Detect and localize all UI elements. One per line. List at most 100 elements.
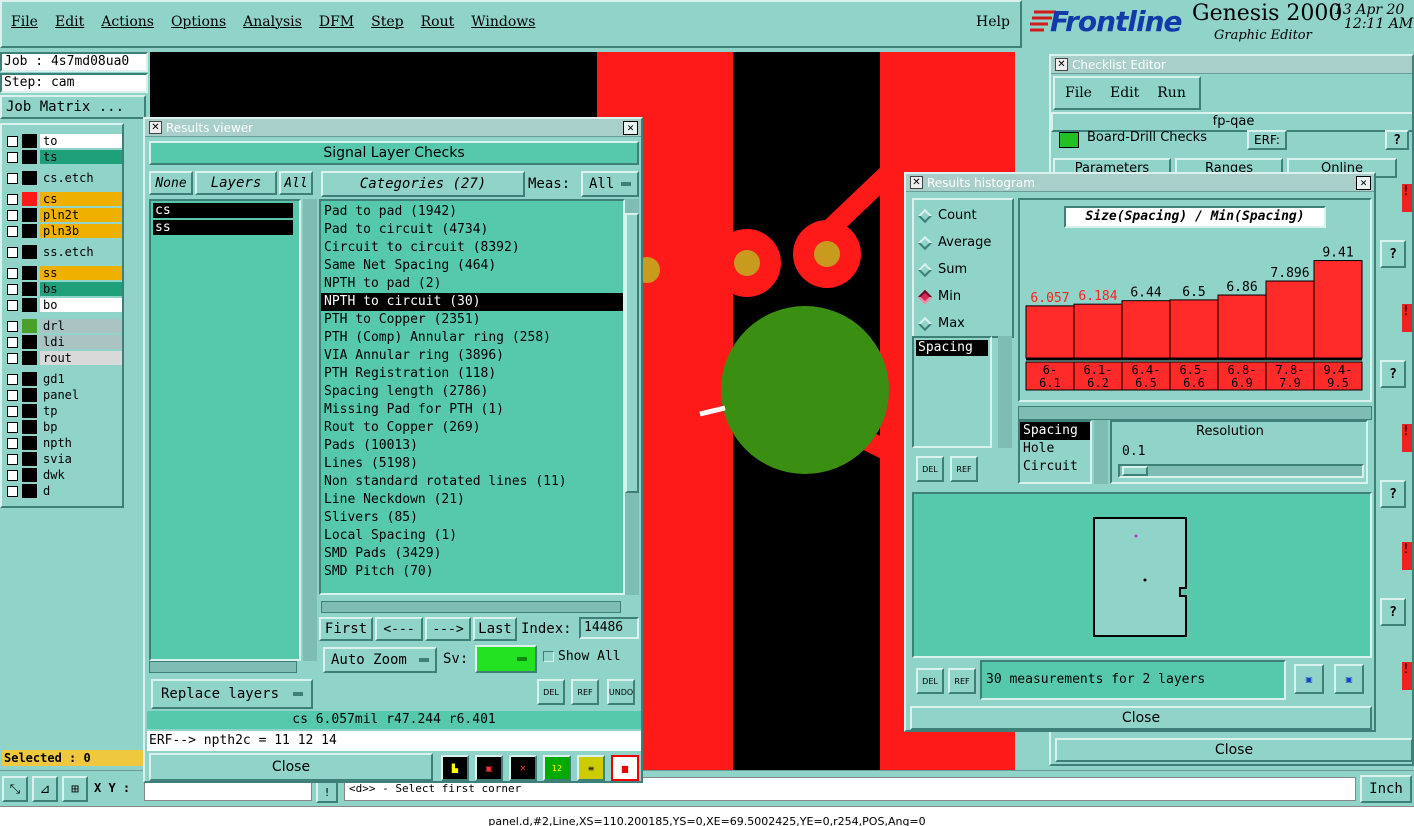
index-input[interactable]: 14486	[579, 617, 639, 639]
sv-color-dropdown[interactable]	[475, 645, 537, 673]
help-question-icon[interactable]: ?	[1380, 240, 1406, 268]
ref-button[interactable]: REF	[948, 668, 976, 694]
zoom-tool-icon[interactable]: ⤡	[2, 776, 28, 802]
job-matrix-button[interactable]: Job Matrix ...	[0, 95, 146, 119]
layers-button[interactable]: Layers	[195, 171, 277, 195]
histogram-bar[interactable]	[1073, 303, 1123, 359]
layer-color-swatch[interactable]	[22, 224, 37, 238]
mode-radio-count[interactable]: Count	[914, 202, 1012, 229]
next-button[interactable]: --->	[425, 617, 471, 641]
list-item[interactable]: cs	[153, 203, 293, 218]
menu-file[interactable]: File	[11, 14, 38, 30]
layer-checkbox[interactable]	[7, 283, 18, 295]
layer-color-swatch[interactable]	[22, 134, 37, 148]
menu-actions[interactable]: Actions	[101, 14, 154, 30]
category-item[interactable]: SMD Pads (3429)	[321, 545, 623, 563]
measure-tool-icon[interactable]: ⊿	[32, 776, 58, 802]
layer-checkbox[interactable]	[7, 405, 18, 417]
histogram-bar[interactable]	[1313, 260, 1363, 359]
replace-layers-dropdown[interactable]: Replace layers	[151, 679, 313, 709]
prev-button[interactable]: <---	[375, 617, 423, 641]
category-item[interactable]: NPTH to pad (2)	[321, 275, 623, 293]
checklist-menu-file[interactable]: File	[1065, 85, 1092, 101]
category-item[interactable]: PTH (Comp) Annular ring (258)	[321, 329, 623, 347]
close-icon[interactable]: ✕	[1356, 176, 1371, 190]
layer-checkbox[interactable]	[7, 421, 18, 433]
del-button[interactable]: DEL	[537, 679, 565, 705]
category-item[interactable]: Pads (10013)	[321, 437, 623, 455]
resolution-slider[interactable]	[1118, 464, 1364, 478]
window-menu-icon[interactable]: ✕	[910, 176, 923, 189]
categories-button[interactable]: Categories (27)	[321, 171, 525, 197]
layer-row-tp[interactable]: tp	[5, 403, 122, 419]
layer-row-dwk[interactable]: dwk	[5, 467, 122, 483]
ref-button[interactable]: REF	[950, 456, 978, 482]
measure-icon[interactable]: ▙	[441, 755, 469, 781]
layer-color-swatch[interactable]	[22, 404, 37, 418]
type-item[interactable]: Circuit	[1020, 458, 1090, 476]
checklist-close-button[interactable]: Close	[1055, 738, 1412, 762]
numbered-list-icon[interactable]: 12	[543, 755, 571, 781]
category-list-vscroll[interactable]	[625, 199, 639, 595]
layer-row-to[interactable]: to	[5, 133, 122, 149]
export-left-icon[interactable]: ▣	[1294, 664, 1324, 694]
category-item[interactable]: Missing Pad for PTH (1)	[321, 401, 623, 419]
checklist-menu-edit[interactable]: Edit	[1110, 85, 1139, 101]
type-item[interactable]: Hole	[1020, 440, 1090, 458]
menu-step[interactable]: Step	[371, 14, 403, 30]
category-item[interactable]: PTH to Copper (2351)	[321, 311, 623, 329]
menu-edit[interactable]: Edit	[55, 14, 84, 30]
list-item[interactable]: Spacing	[916, 340, 988, 356]
category-item[interactable]: Slivers (85)	[321, 509, 623, 527]
menu-analysis[interactable]: Analysis	[243, 14, 302, 30]
layer-checkbox[interactable]	[7, 193, 18, 205]
category-item[interactable]: Line Neckdown (21)	[321, 491, 623, 509]
menu-rout[interactable]: Rout	[421, 14, 455, 30]
layer-row-pln2t[interactable]: pln2t	[5, 207, 122, 223]
layer-color-swatch[interactable]	[22, 468, 37, 482]
meas-dropdown[interactable]: All	[581, 171, 639, 197]
layer-color-swatch[interactable]	[22, 298, 37, 312]
help-question-icon[interactable]: ?	[1380, 598, 1406, 626]
layer-color-swatch[interactable]	[22, 351, 37, 365]
menu-help[interactable]: Help	[976, 14, 1010, 30]
mode-radio-sum[interactable]: Sum	[914, 256, 1012, 283]
units-button[interactable]: Inch	[1360, 775, 1412, 803]
layer-color-swatch[interactable]	[22, 245, 37, 259]
layer-row-pln3b[interactable]: pln3b	[5, 223, 122, 239]
layer-checkbox[interactable]	[7, 135, 18, 147]
layer-row-cs-etch[interactable]: cs.etch	[5, 170, 122, 186]
category-item[interactable]: Local Spacing (1)	[321, 527, 623, 545]
help-question-icon[interactable]: ?	[1385, 130, 1409, 150]
layer-row-ldi[interactable]: ldi	[5, 334, 122, 350]
category-item[interactable]: Same Net Spacing (464)	[321, 257, 623, 275]
xy-field[interactable]	[144, 781, 312, 801]
layer-row-bp[interactable]: bp	[5, 419, 122, 435]
category-list[interactable]: Pad to pad (1942) Pad to circuit (4734) Ci…	[319, 199, 625, 595]
window-menu-icon[interactable]: ✕	[149, 121, 162, 134]
scroll-thumb[interactable]	[625, 213, 639, 493]
layer-row-bs[interactable]: bs	[5, 281, 122, 297]
layer-checkbox[interactable]	[7, 225, 18, 237]
layer-row-drl[interactable]: drl	[5, 318, 122, 334]
type-list[interactable]: Spacing Hole Circuit	[1018, 420, 1092, 484]
category-item[interactable]: Non standard rotated lines (11)	[321, 473, 623, 491]
del-button[interactable]: DEL	[916, 668, 944, 694]
layer-checkbox[interactable]	[7, 373, 18, 385]
layer-checkbox[interactable]	[7, 437, 18, 449]
mode-radio-average[interactable]: Average	[914, 229, 1012, 256]
category-item[interactable]: Spacing length (2786)	[321, 383, 623, 401]
mode-radio-min[interactable]: Min	[914, 283, 1012, 310]
category-item[interactable]: Lines (5198)	[321, 455, 623, 473]
histogram-bar[interactable]	[1265, 280, 1315, 359]
del-button[interactable]: DEL	[916, 456, 944, 482]
histogram-bar[interactable]	[1025, 305, 1075, 359]
layer-row-rout[interactable]: rout	[5, 350, 122, 366]
histogram-hscroll[interactable]	[1018, 406, 1372, 420]
layer-color-swatch[interactable]	[22, 192, 37, 206]
export-right-icon[interactable]: ▣	[1334, 664, 1364, 694]
category-item[interactable]: Pad to pad (1942)	[321, 203, 623, 221]
last-button[interactable]: Last	[473, 617, 517, 641]
layer-checkbox[interactable]	[7, 209, 18, 221]
erf-disable-icon[interactable]: ✕	[509, 755, 537, 781]
